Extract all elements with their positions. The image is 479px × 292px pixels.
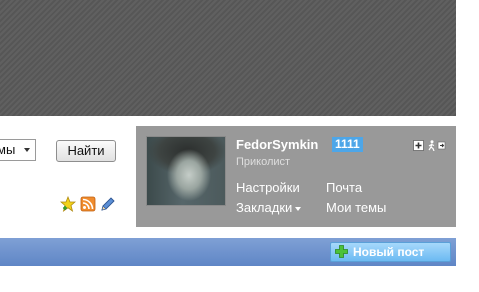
logout-icon[interactable]: [428, 140, 446, 151]
search-button[interactable]: Найти: [56, 140, 116, 162]
settings-link[interactable]: Настройки: [236, 180, 300, 195]
star-add-icon[interactable]: [60, 196, 76, 212]
new-post-button[interactable]: Новый пост: [330, 242, 451, 262]
new-post-label: Новый пост: [353, 245, 425, 259]
my-topics-link[interactable]: Мои темы: [326, 200, 386, 215]
chevron-down-icon: [295, 206, 302, 211]
bookmarks-menu[interactable]: Закладки: [236, 200, 302, 215]
header-banner: [0, 0, 456, 116]
mail-link[interactable]: Почта: [326, 180, 362, 195]
username[interactable]: FedorSymkin: [236, 137, 318, 152]
user-rank: Приколист: [236, 156, 291, 168]
plus-icon[interactable]: [413, 140, 424, 151]
avatar[interactable]: [146, 136, 226, 206]
search-type-value: мы: [0, 142, 16, 157]
chevron-down-icon: [24, 148, 30, 152]
user-score-badge: 1111: [332, 137, 363, 152]
search-type-select[interactable]: мы: [0, 139, 36, 161]
green-plus-icon: [335, 245, 348, 258]
rss-icon[interactable]: [80, 196, 96, 212]
pencil-icon[interactable]: [100, 196, 116, 212]
bookmarks-label: Закладки: [236, 200, 293, 215]
user-panel: FedorSymkin 1111 Приколист Настройки Поч…: [136, 126, 456, 227]
